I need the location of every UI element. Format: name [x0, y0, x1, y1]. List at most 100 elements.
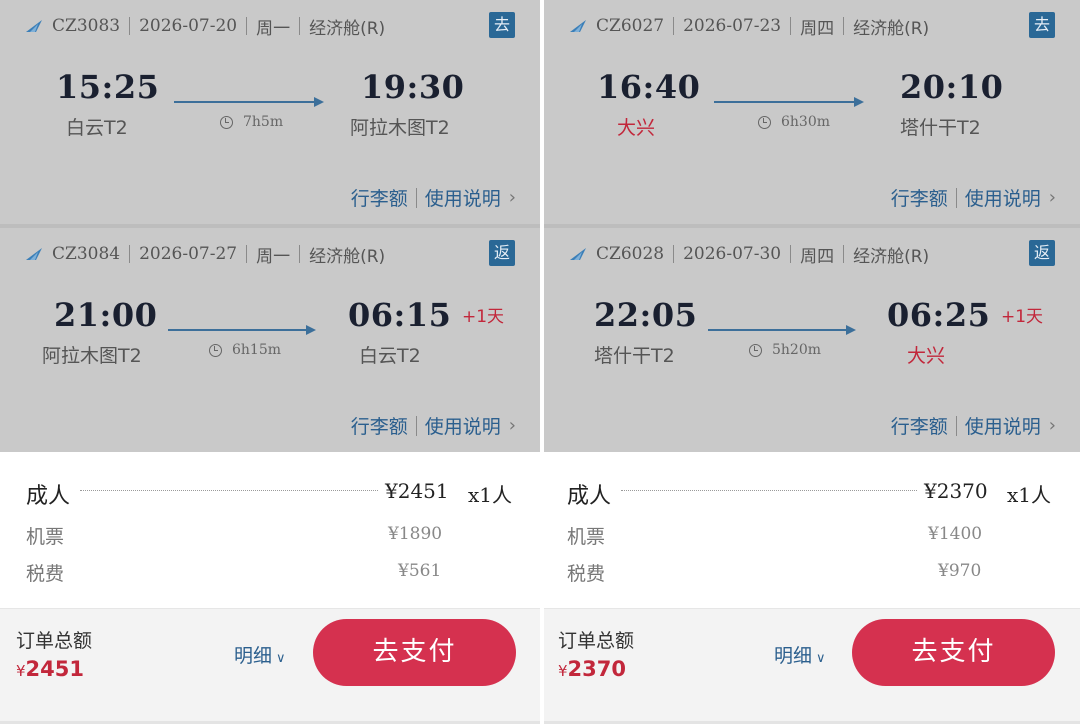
detail-toggle-label: 明细 — [774, 645, 813, 667]
flight-links: 行李额 使用说明 › — [891, 412, 1056, 439]
flight-list: CZ3083 2026-07-20 周一 经济舱(R) 去 15:25 白云T2… — [0, 0, 540, 452]
divider — [955, 415, 957, 436]
divider — [246, 245, 248, 263]
usage-instructions-link[interactable]: 使用说明 — [965, 184, 1041, 211]
flight-duration: 7h5m — [220, 114, 283, 130]
divider — [415, 187, 417, 208]
flight-header: CZ3083 2026-07-20 周一 经济舱(R) — [24, 14, 385, 39]
ticket-price: ¥1400 — [928, 524, 983, 544]
order-total-label: 订单总额 — [16, 630, 93, 652]
flight-number: CZ6027 — [596, 16, 665, 36]
baggage-link[interactable]: 行李额 — [891, 412, 948, 439]
adult-label: 成人 — [567, 484, 612, 509]
flight-links: 行李额 使用说明 › — [351, 184, 516, 211]
flight-duration: 5h20m — [749, 342, 821, 358]
divider — [246, 17, 248, 35]
flight-header: CZ6027 2026-07-23 周四 经济舱(R) — [568, 14, 930, 39]
divider — [299, 245, 301, 263]
baggage-link[interactable]: 行李额 — [891, 184, 948, 211]
price-detail: 成人 ¥2370 x1人 机票 ¥1400 税费 ¥970 — [544, 452, 1080, 608]
duration-text: 5h20m — [772, 342, 822, 358]
currency-symbol: ¥ — [558, 662, 568, 680]
usage-instructions-link[interactable]: 使用说明 — [425, 412, 501, 439]
arrival-time: 06:15 — [348, 296, 452, 334]
route-arrow — [168, 329, 306, 331]
cabin-class: 经济舱(R) — [853, 246, 930, 267]
divider — [129, 245, 131, 263]
chevron-right-icon[interactable]: › — [1049, 187, 1056, 208]
airline-logo-icon — [570, 248, 586, 260]
baggage-link[interactable]: 行李额 — [351, 184, 408, 211]
airline-logo-icon — [26, 248, 42, 260]
baggage-link[interactable]: 行李额 — [351, 412, 408, 439]
flight-header: CZ6028 2026-07-30 周四 经济舱(R) — [568, 242, 930, 267]
flight-number: CZ3083 — [52, 16, 121, 36]
flight-list: CZ6027 2026-07-23 周四 经济舱(R) 去 16:40 大兴 6… — [544, 0, 1080, 452]
usage-instructions-link[interactable]: 使用说明 — [425, 184, 501, 211]
divider — [843, 245, 845, 263]
order-screen-right: CZ6027 2026-07-23 周四 经济舱(R) 去 16:40 大兴 6… — [544, 0, 1080, 724]
divider — [955, 187, 957, 208]
flight-duration: 6h15m — [209, 342, 281, 358]
duration-text: 6h15m — [232, 342, 282, 358]
price-detail-toggle[interactable]: 明细 ∨ — [234, 641, 286, 668]
direction-badge: 返 — [1029, 240, 1055, 266]
dotted-leader — [80, 490, 378, 491]
route-arrow — [174, 101, 314, 103]
tax-price: ¥561 — [398, 561, 442, 581]
flight-card-outbound: CZ6027 2026-07-23 周四 经济舱(R) 去 16:40 大兴 6… — [544, 0, 1080, 224]
pay-button[interactable]: 去支付 — [852, 619, 1055, 686]
arrow-head-icon — [306, 325, 316, 335]
flight-card-return: CZ3084 2026-07-27 周一 经济舱(R) 返 21:00 阿拉木图… — [0, 228, 540, 452]
divider — [673, 17, 675, 35]
departure-airport: 大兴 — [617, 117, 656, 139]
direction-badge: 返 — [489, 240, 515, 266]
clock-icon — [749, 343, 762, 357]
flight-card-return: CZ6028 2026-07-30 周四 经济舱(R) 返 22:05 塔什干T… — [544, 228, 1080, 452]
flight-weekday: 周一 — [256, 246, 291, 267]
flight-weekday: 周一 — [256, 18, 291, 39]
direction-badge: 去 — [1029, 12, 1055, 38]
ticket-price: ¥1890 — [388, 524, 443, 544]
chevron-down-icon: ∨ — [276, 651, 286, 666]
flight-links: 行李额 使用说明 › — [891, 184, 1056, 211]
flight-number: CZ3084 — [52, 244, 121, 264]
adult-price: ¥2370 — [924, 479, 988, 503]
departure-time: 16:40 — [597, 68, 701, 106]
cabin-class: 经济舱(R) — [853, 18, 930, 39]
ticket-label: 机票 — [26, 526, 65, 548]
order-total-amount: ¥2451 — [16, 657, 84, 681]
arrival-time: 19:30 — [361, 68, 465, 106]
departure-time: 21:00 — [54, 296, 158, 334]
flight-weekday: 周四 — [800, 18, 835, 39]
next-day-indicator: +1天 — [1001, 307, 1044, 327]
total-amount-value: 2370 — [567, 657, 626, 681]
flight-weekday: 周四 — [800, 246, 835, 267]
divider — [299, 17, 301, 35]
divider — [843, 17, 845, 35]
airline-logo-icon — [570, 20, 586, 32]
usage-instructions-link[interactable]: 使用说明 — [965, 412, 1041, 439]
ticket-label: 机票 — [567, 526, 606, 548]
flight-date: 2026-07-20 — [139, 16, 238, 36]
clock-icon — [758, 115, 771, 129]
arrival-time: 06:25 — [887, 296, 991, 334]
pay-button[interactable]: 去支付 — [313, 619, 516, 686]
flight-card-outbound: CZ3083 2026-07-20 周一 经济舱(R) 去 15:25 白云T2… — [0, 0, 540, 224]
total-amount-value: 2451 — [25, 657, 84, 681]
chevron-right-icon[interactable]: › — [509, 415, 516, 436]
divider — [790, 245, 792, 263]
divider — [790, 17, 792, 35]
direction-badge: 去 — [489, 12, 515, 38]
flight-number: CZ6028 — [596, 244, 665, 264]
passenger-count: x1人 — [468, 483, 513, 507]
airline-logo-icon — [26, 20, 42, 32]
price-detail-toggle[interactable]: 明细 ∨ — [774, 641, 826, 668]
arrival-time: 20:10 — [900, 68, 1004, 106]
passenger-count: x1人 — [1007, 483, 1052, 507]
chevron-right-icon[interactable]: › — [1049, 415, 1056, 436]
flight-date: 2026-07-27 — [139, 244, 238, 264]
duration-text: 6h30m — [781, 114, 831, 130]
clock-icon — [220, 115, 233, 129]
chevron-right-icon[interactable]: › — [509, 187, 516, 208]
